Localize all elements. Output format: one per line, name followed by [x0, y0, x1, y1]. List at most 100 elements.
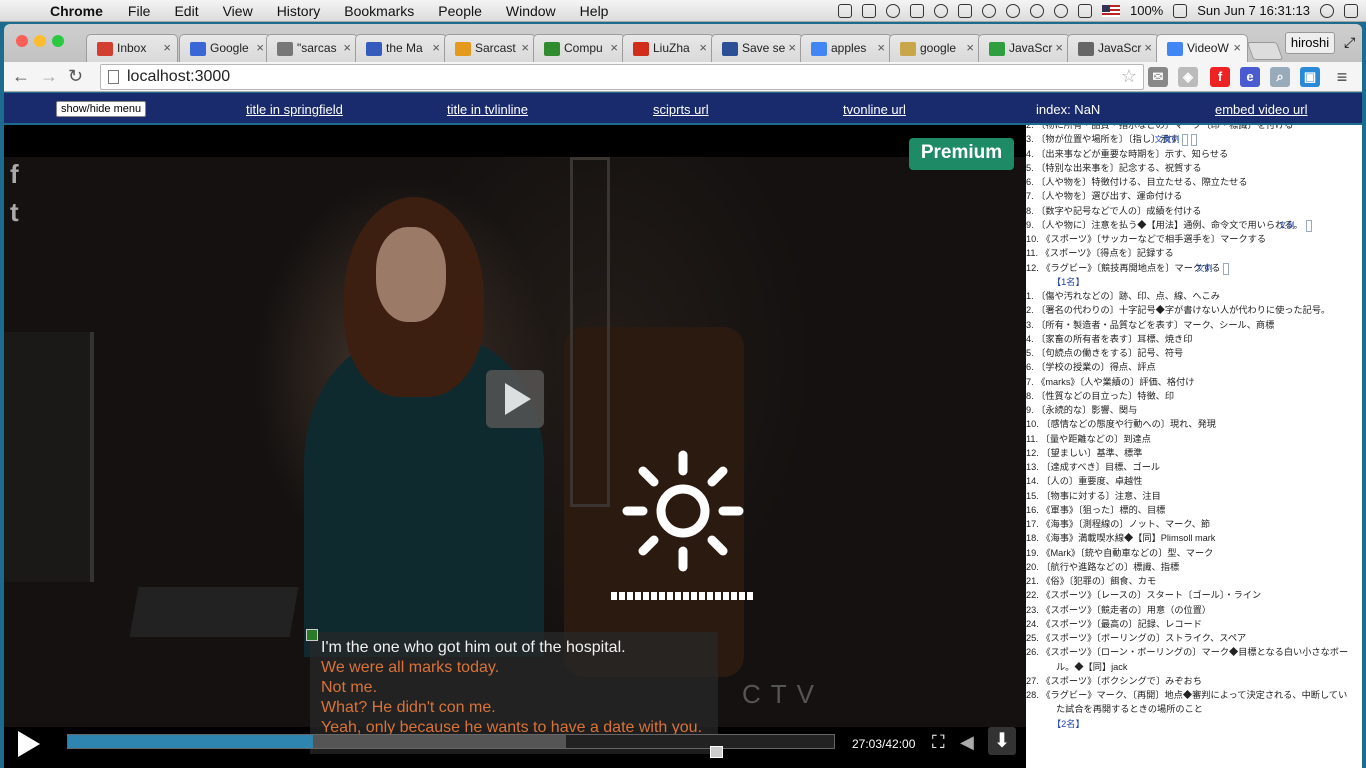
- tab[interactable]: apples ×: [800, 34, 892, 62]
- dropbox-icon[interactable]: [861, 3, 876, 18]
- mail-extension-icon[interactable]: ✉: [1148, 67, 1168, 87]
- new-tab-button[interactable]: [1246, 42, 1284, 60]
- battery-percent[interactable]: 100%: [1130, 3, 1163, 18]
- us-flag-icon[interactable]: [1101, 4, 1120, 17]
- embed-video-url-link[interactable]: embed video url: [1215, 102, 1308, 117]
- example-link[interactable]: 文例: [1279, 219, 1312, 232]
- download-button[interactable]: ⬇: [988, 727, 1016, 755]
- airplay-icon[interactable]: [909, 3, 924, 18]
- menu-bookmarks[interactable]: Bookmarks: [332, 3, 426, 19]
- menu-edit[interactable]: Edit: [162, 3, 210, 19]
- title-tvlinline-link[interactable]: title in tvlinline: [447, 102, 528, 117]
- reload-icon[interactable]: ↻: [68, 66, 83, 87]
- bluetooth-icon[interactable]: [981, 3, 996, 18]
- facebook-icon[interactable]: f: [10, 159, 19, 190]
- close-window-button[interactable]: [16, 35, 28, 47]
- gear-icon[interactable]: [957, 3, 972, 18]
- example-link[interactable]: 文例: [1196, 262, 1230, 275]
- volume-icon[interactable]: ◀: [960, 732, 974, 753]
- window-icon[interactable]: [837, 3, 852, 18]
- address-bar[interactable]: localhost:3000 ☆: [100, 64, 1144, 90]
- tab[interactable]: google ×: [889, 34, 981, 62]
- seek-handle[interactable]: [710, 746, 723, 758]
- close-tab-icon[interactable]: ×: [163, 40, 171, 55]
- dic-icon: [544, 42, 560, 56]
- dict-entry: 8. 〔性質などの目立った〕特徴、印: [1026, 390, 1175, 401]
- accessibility-icon[interactable]: [1005, 3, 1020, 18]
- play-button[interactable]: [14, 729, 42, 759]
- close-tab-icon[interactable]: ×: [610, 40, 618, 55]
- tab[interactable]: LiuZha ×: [622, 34, 714, 62]
- notification-center-icon[interactable]: [1344, 3, 1358, 18]
- clock[interactable]: Sun Jun 7 16:31:13: [1197, 3, 1310, 18]
- chrome-menu-icon[interactable]: ≡: [1332, 67, 1352, 87]
- back-arrow-icon[interactable]: ←: [12, 66, 30, 87]
- tab[interactable]: "sarcas ×: [266, 34, 358, 62]
- subtitle-line: We were all marks today.: [321, 659, 500, 676]
- show-hide-menu-button[interactable]: show/hide menu: [56, 101, 147, 117]
- e-extension-icon[interactable]: e: [1240, 67, 1260, 87]
- subtitle-toggle[interactable]: [306, 629, 318, 641]
- minimize-window-button[interactable]: [34, 35, 46, 47]
- scripts-url-link[interactable]: sciprts url: [653, 102, 709, 117]
- menu-app-name[interactable]: Chrome: [34, 3, 116, 19]
- fullscreen-icon[interactable]: ⛶: [932, 732, 945, 753]
- flipboard-extension-icon[interactable]: f: [1210, 67, 1230, 87]
- dictionary-panel[interactable]: 2. 〔物に所有・品質・指示などの〕マーク〔印・標識〕を付ける 3. 〔物が位置や…: [1026, 125, 1362, 768]
- dict-entry: 24. 《スポーツ》〔最高の〕記録、レコード: [1026, 618, 1202, 629]
- close-tab-icon[interactable]: ×: [788, 40, 796, 55]
- fullscreen-icon[interactable]: ⤢: [1344, 34, 1355, 51]
- close-tab-icon[interactable]: ×: [343, 40, 351, 55]
- big-play-button[interactable]: [486, 370, 544, 428]
- forward-arrow-icon[interactable]: →: [40, 66, 58, 87]
- close-tab-icon[interactable]: ×: [432, 40, 440, 55]
- menu-people[interactable]: People: [426, 3, 494, 19]
- close-tab-icon[interactable]: ×: [699, 40, 707, 55]
- volume-icon[interactable]: [1077, 3, 1092, 18]
- bookmark-star-icon[interactable]: ☆: [1121, 66, 1137, 87]
- close-tab-icon[interactable]: ×: [256, 40, 264, 55]
- dict-entry: 26. 《スポーツ》〔ローン・ボーリングの〕マーク◆目標となる白い小さなボール。…: [1026, 647, 1349, 672]
- close-tab-icon[interactable]: ×: [1055, 40, 1063, 55]
- close-tab-icon[interactable]: ×: [1144, 40, 1152, 55]
- menu-file[interactable]: File: [116, 3, 163, 19]
- dict-entry: 9. 〔人や物に〕注意を払う◆【用法】通例、命令文で用いられる。文例: [1026, 218, 1356, 232]
- tab[interactable]: Save se ×: [711, 34, 803, 62]
- menu-window[interactable]: Window: [494, 3, 568, 19]
- example-link[interactable]: 文例: [1164, 134, 1197, 147]
- magnifier-extension-icon[interactable]: ⌕: [1270, 67, 1290, 87]
- tab[interactable]: Inbox ×: [86, 34, 178, 62]
- close-tab-icon[interactable]: ×: [1233, 40, 1241, 55]
- camera-icon[interactable]: [933, 3, 948, 18]
- battery-icon[interactable]: [1173, 3, 1188, 18]
- time-machine-icon[interactable]: [1029, 3, 1044, 18]
- premium-button[interactable]: Premium: [909, 138, 1014, 170]
- tab[interactable]: VideoW ×: [1156, 34, 1248, 62]
- close-tab-icon[interactable]: ×: [966, 40, 974, 55]
- tab[interactable]: Google ×: [179, 34, 271, 62]
- close-tab-icon[interactable]: ×: [877, 40, 885, 55]
- tab[interactable]: Compu ×: [533, 34, 625, 62]
- notification-icon[interactable]: [885, 3, 900, 18]
- tab[interactable]: Sarcast ×: [444, 34, 536, 62]
- jsfiddle-icon: [989, 42, 1005, 56]
- title-springfield-link[interactable]: title in springfield: [246, 102, 343, 117]
- shield-extension-icon[interactable]: ◈: [1178, 67, 1198, 87]
- spotlight-search-icon[interactable]: [1320, 3, 1334, 18]
- profile-button[interactable]: hiroshi: [1285, 32, 1335, 54]
- menu-history[interactable]: History: [265, 3, 333, 19]
- menu-help[interactable]: Help: [568, 3, 621, 19]
- zoom-window-button[interactable]: [52, 35, 64, 47]
- menu-view[interactable]: View: [211, 3, 265, 19]
- address-text[interactable]: localhost:3000: [127, 68, 230, 85]
- tvonline-url-link[interactable]: tvonline url: [843, 102, 906, 117]
- tab[interactable]: JavaScr ×: [978, 34, 1070, 62]
- window-extension-icon[interactable]: ▣: [1300, 67, 1320, 87]
- tab[interactable]: JavaScr ×: [1067, 34, 1159, 62]
- tab[interactable]: the Ma ×: [355, 34, 447, 62]
- twitter-icon[interactable]: t: [10, 197, 19, 228]
- video-player[interactable]: CTV f t Premium I'm the one who got him …: [4, 125, 1026, 768]
- close-tab-icon[interactable]: ×: [521, 40, 529, 55]
- example-link[interactable]: 文例: [1155, 134, 1188, 147]
- wifi-icon[interactable]: [1053, 3, 1068, 18]
